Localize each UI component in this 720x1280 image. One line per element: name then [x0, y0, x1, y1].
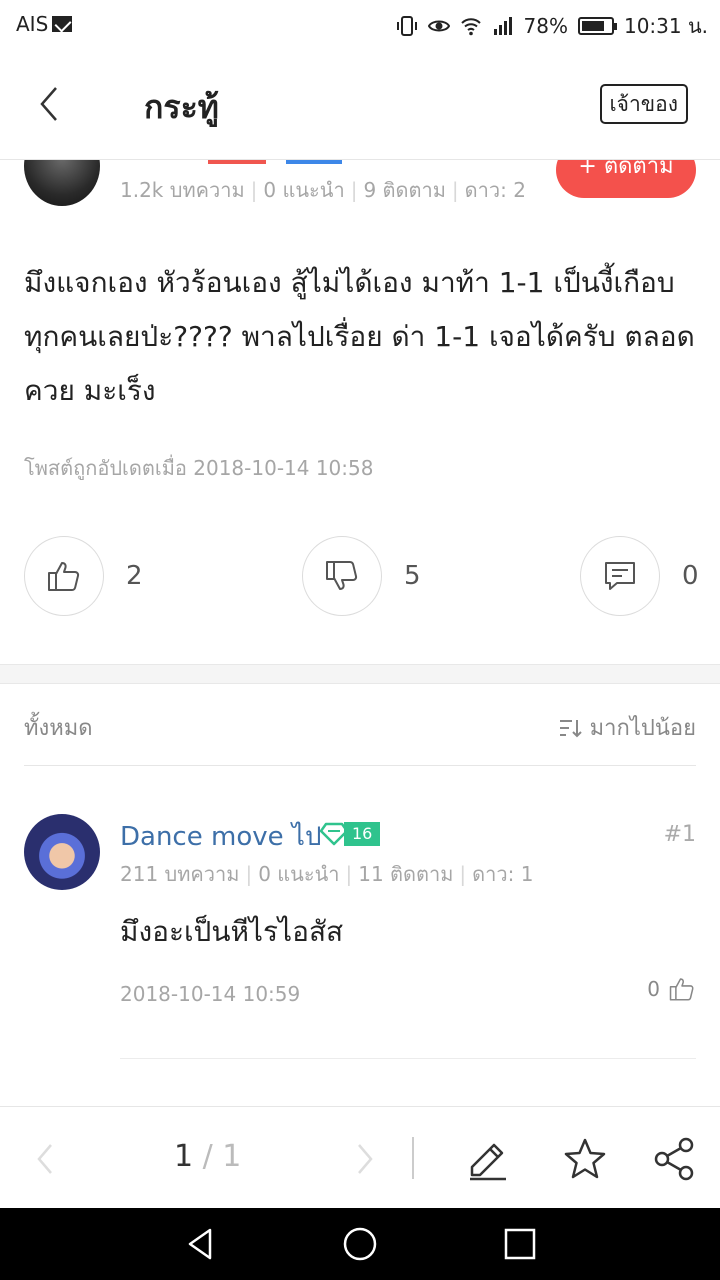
- separator: |: [350, 178, 358, 202]
- bottom-toolbar: 1 / 1: [0, 1106, 720, 1208]
- app-header: กระทู้ เจ้าของ: [0, 50, 720, 160]
- comment-count: 0: [682, 561, 699, 591]
- author-badge-blue: [286, 160, 342, 164]
- share-icon[interactable]: [652, 1137, 696, 1181]
- nav-home-circle-icon[interactable]: [342, 1226, 378, 1262]
- comment-divider: [120, 1058, 696, 1059]
- filter-all[interactable]: ทั้งหมด: [24, 710, 93, 745]
- dislike-button[interactable]: [302, 536, 382, 616]
- commenter-avatar[interactable]: [24, 814, 100, 890]
- comment-date: 2018-10-14 10:59: [120, 982, 301, 1006]
- commenter-stars: ดาว: 1: [472, 862, 534, 886]
- thumbs-up-icon: [669, 978, 694, 1001]
- carrier-name: AIS: [16, 12, 49, 36]
- comment-icon: [605, 562, 635, 590]
- next-page-chevron-right-icon[interactable]: [354, 1143, 376, 1175]
- post-updated-time: โพสต์ถูกอัปเดตเมื่อ 2018-10-14 10:58: [24, 456, 374, 480]
- clock: 10:31 น.: [623, 14, 708, 38]
- comment-like-button[interactable]: 0: [647, 976, 696, 1002]
- signal-icon: [493, 17, 512, 35]
- nav-recents-square-icon[interactable]: [502, 1226, 538, 1262]
- separator: |: [245, 862, 253, 886]
- battery-percent: 78%: [523, 14, 568, 38]
- author-stats: 1.2k บทความ | 0 แนะนำ | 9 ติดตาม | ดาว: 2: [120, 174, 526, 206]
- like-count: 2: [126, 561, 143, 591]
- author-stars: ดาว: 2: [464, 178, 526, 202]
- author-following: 9 ติดตาม: [363, 178, 446, 202]
- page-title: กระทู้: [144, 88, 219, 126]
- current-page: 1: [174, 1139, 194, 1174]
- like-action: 2: [24, 536, 143, 616]
- commenter-recommend: 0 แนะนำ: [258, 862, 340, 886]
- status-icons: 78% 10:31 น.: [396, 10, 708, 42]
- wifi-icon: [460, 18, 481, 36]
- comment-action: 0: [580, 536, 699, 616]
- comment-filter-bar: ทั้งหมด มากไปน้อย: [24, 684, 696, 766]
- pagination: 1 / 1: [174, 1139, 241, 1174]
- sort-button[interactable]: มากไปน้อย: [558, 710, 696, 745]
- author-recommend: 0 แนะนำ: [263, 178, 345, 202]
- page-separator: /: [202, 1139, 213, 1174]
- system-nav-bar: [0, 1208, 720, 1280]
- commenter-name[interactable]: Dance move ไป: [120, 816, 321, 857]
- comment-button[interactable]: [580, 536, 660, 616]
- battery-fill: [581, 21, 604, 31]
- comment-like-count: 0: [647, 977, 660, 1001]
- commenter-articles: 211 บทความ: [120, 862, 240, 886]
- follow-button[interactable]: + ติดตาม: [556, 160, 696, 198]
- post-body: มึงแจกเอง หัวร้อนเอง สู้ไม่ได้เอง มาท้า …: [24, 266, 695, 407]
- commenter-following: 11 ติดตาม: [358, 862, 454, 886]
- edit-pencil-icon[interactable]: [466, 1137, 510, 1181]
- thumbs-down-icon: [326, 561, 358, 590]
- dislike-action: 5: [302, 536, 421, 616]
- carrier: AIS: [16, 12, 73, 36]
- author-avatar[interactable]: [24, 160, 100, 206]
- favorite-star-icon[interactable]: [563, 1137, 607, 1181]
- total-pages: 1: [222, 1139, 242, 1174]
- owner-button[interactable]: เจ้าของ: [599, 84, 688, 124]
- battery-icon: [577, 17, 617, 35]
- separator: |: [250, 178, 258, 202]
- dislike-count: 5: [404, 561, 421, 591]
- thumbs-up-icon: [48, 562, 80, 591]
- status-bar: AIS 78% 10:31 น.: [0, 0, 720, 50]
- separator: |: [451, 178, 459, 202]
- commenter-stats: 211 บทความ | 0 แนะนำ | 11 ติดตาม | ดาว: 1: [120, 858, 533, 890]
- vibrate-icon: [396, 16, 417, 36]
- back-chevron-left-icon[interactable]: [32, 84, 66, 124]
- post-actions: 2 5 0: [0, 536, 720, 616]
- sort-label: มากไปน้อย: [589, 716, 696, 741]
- section-divider: [0, 664, 720, 684]
- separator: |: [459, 862, 467, 886]
- like-button[interactable]: [24, 536, 104, 616]
- nav-back-triangle-icon[interactable]: [182, 1226, 218, 1262]
- author-info: 1.2k บทความ | 0 แนะนำ | 9 ติดตาม | ดาว: 2 + ติ…: [0, 160, 720, 220]
- author-articles: 1.2k บทความ: [120, 178, 245, 202]
- separator: |: [345, 862, 353, 886]
- comment-number: #1: [663, 822, 696, 847]
- toolbar-separator: [412, 1137, 414, 1179]
- level-number: 16: [344, 822, 381, 846]
- sort-icon: [559, 719, 582, 737]
- level-badge: 16: [320, 820, 381, 848]
- prev-page-chevron-left-icon[interactable]: [34, 1143, 56, 1175]
- eye-icon: [427, 20, 450, 32]
- mail-icon: [52, 16, 73, 32]
- comment-text: มึงอะเป็นหีไรไอสัส: [120, 915, 344, 948]
- author-badge-red: [208, 160, 266, 164]
- comment-item: Dance move ไป 16 #1 211 บทความ | 0 แนะนำ | 1…: [0, 800, 720, 1060]
